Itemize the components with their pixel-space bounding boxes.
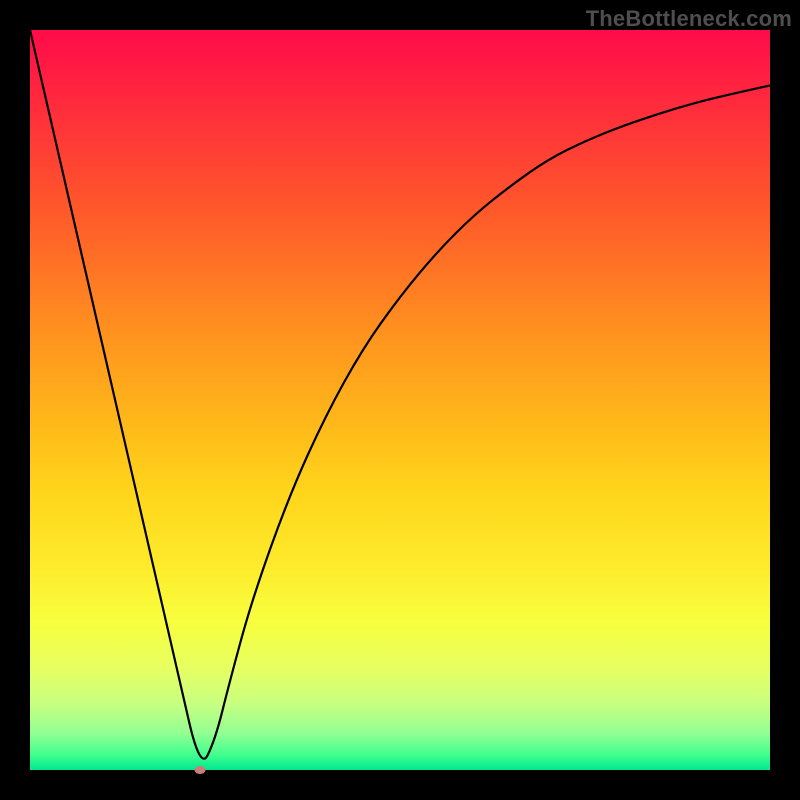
watermark-text: TheBottleneck.com	[586, 6, 792, 32]
plot-area	[30, 30, 770, 770]
chart-frame: TheBottleneck.com	[0, 0, 800, 800]
